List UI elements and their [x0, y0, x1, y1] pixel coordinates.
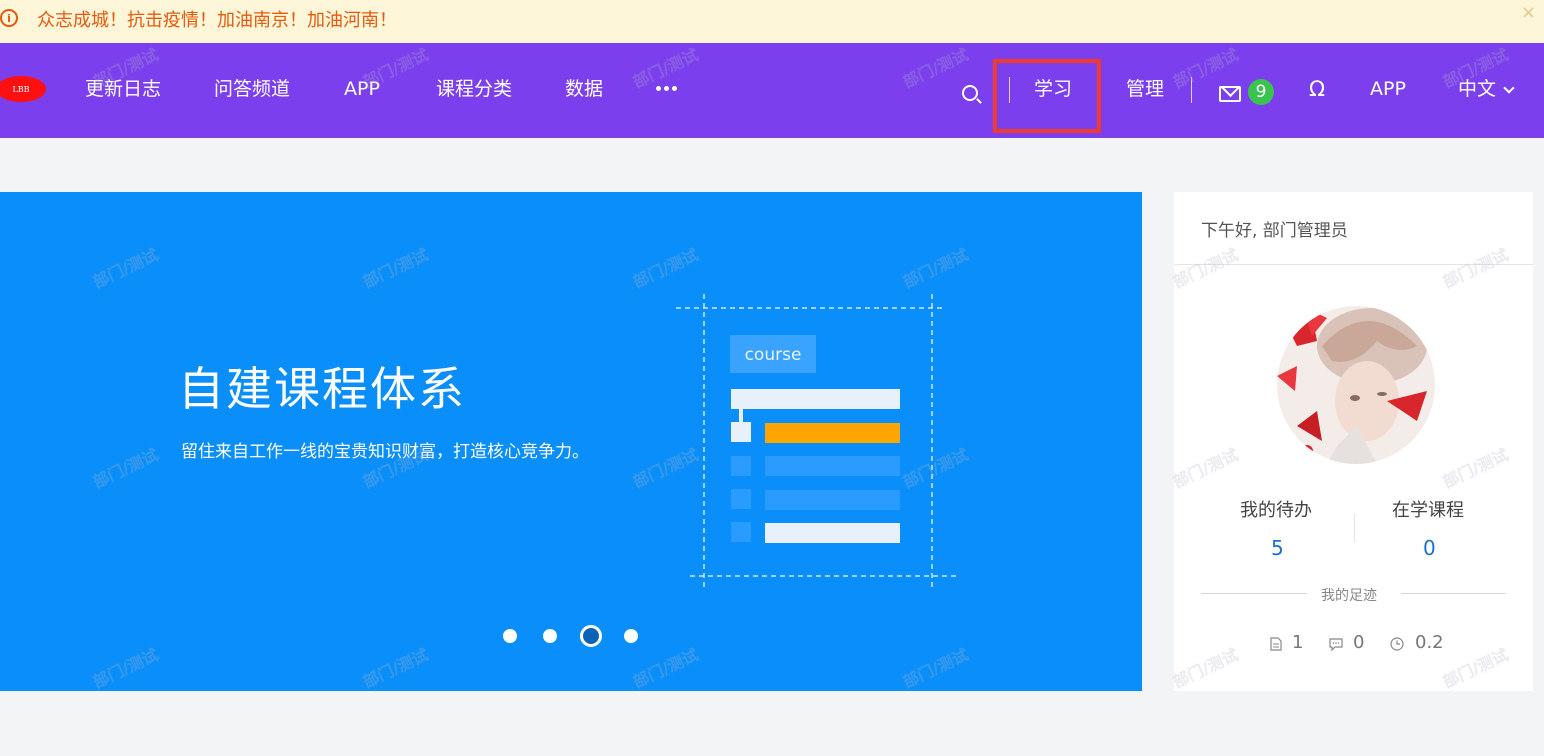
banner-title: 自建课程体系 [178, 362, 466, 416]
notice-bar: i 众志成城！抗击疫情！加油南京！加油河南！ × [0, 0, 1544, 43]
carousel-dot[interactable] [624, 629, 638, 643]
nav-item-changelog[interactable]: 更新日志 [85, 75, 161, 103]
avatar[interactable] [1277, 306, 1435, 464]
language-select[interactable]: 中文 [1458, 75, 1496, 103]
banner-subtitle: 留住来自工作一线的宝贵知识财富，打造核心竞争力。 [181, 442, 589, 462]
notice-text: 众志成城！抗击疫情！加油南京！加油河南！ [37, 10, 397, 31]
document-icon [1270, 637, 1282, 651]
omega-icon[interactable]: Ω [1309, 75, 1325, 103]
divider [1191, 77, 1192, 103]
course-illustration: course [676, 294, 960, 590]
divider [1401, 593, 1506, 594]
courses-value[interactable]: 0 [1423, 536, 1436, 560]
comment-icon [1329, 638, 1343, 651]
divider [1354, 514, 1355, 542]
info-icon: i [0, 9, 18, 27]
highlight-box [993, 59, 1101, 133]
mail-count-badge: 9 [1248, 79, 1274, 105]
footprint-title: 我的足迹 [1321, 588, 1377, 604]
divider [1201, 593, 1307, 594]
nav-item-app-right[interactable]: APP [1370, 75, 1406, 103]
greeting-text: 下午好, 部门管理员 [1201, 221, 1348, 241]
nav-item-course-category[interactable]: 课程分类 [436, 75, 512, 103]
footprint-comments-value: 0 [1353, 632, 1365, 653]
nav-item-app[interactable]: APP [344, 75, 380, 103]
divider [1174, 264, 1533, 265]
carousel-dot-active[interactable] [580, 625, 602, 647]
close-icon[interactable]: × [1521, 4, 1536, 22]
chevron-down-icon[interactable] [1503, 82, 1515, 94]
nav-item-data[interactable]: 数据 [565, 75, 603, 103]
carousel-dot[interactable] [543, 629, 557, 643]
illustration-tag: course [745, 345, 802, 365]
todo-label: 我的待办 [1240, 500, 1312, 521]
more-icon[interactable] [656, 78, 677, 91]
mail-icon[interactable] [1219, 86, 1241, 102]
nav-item-qa[interactable]: 问答频道 [214, 75, 290, 103]
top-nav: LBB 更新日志 问答频道 APP 课程分类 数据 学习 管理 9 Ω APP … [0, 43, 1544, 138]
footprint-docs-value: 1 [1292, 632, 1304, 653]
footprint-hours-value: 0.2 [1415, 632, 1444, 653]
clock-icon [1390, 637, 1404, 651]
nav-item-manage[interactable]: 管理 [1126, 75, 1164, 103]
user-card: 下午好, 部门管理员 我的待办 5 在学课程 0 我的足迹 1 0 0.2 [1174, 192, 1533, 691]
carousel-dots [502, 625, 642, 647]
hero-banner[interactable]: 自建课程体系 留住来自工作一线的宝贵知识财富，打造核心竞争力。 course [0, 192, 1142, 691]
logo[interactable]: LBB [0, 76, 46, 102]
search-icon[interactable] [962, 85, 978, 101]
carousel-dot[interactable] [503, 629, 517, 643]
courses-label: 在学课程 [1392, 500, 1464, 521]
todo-value[interactable]: 5 [1271, 536, 1284, 560]
